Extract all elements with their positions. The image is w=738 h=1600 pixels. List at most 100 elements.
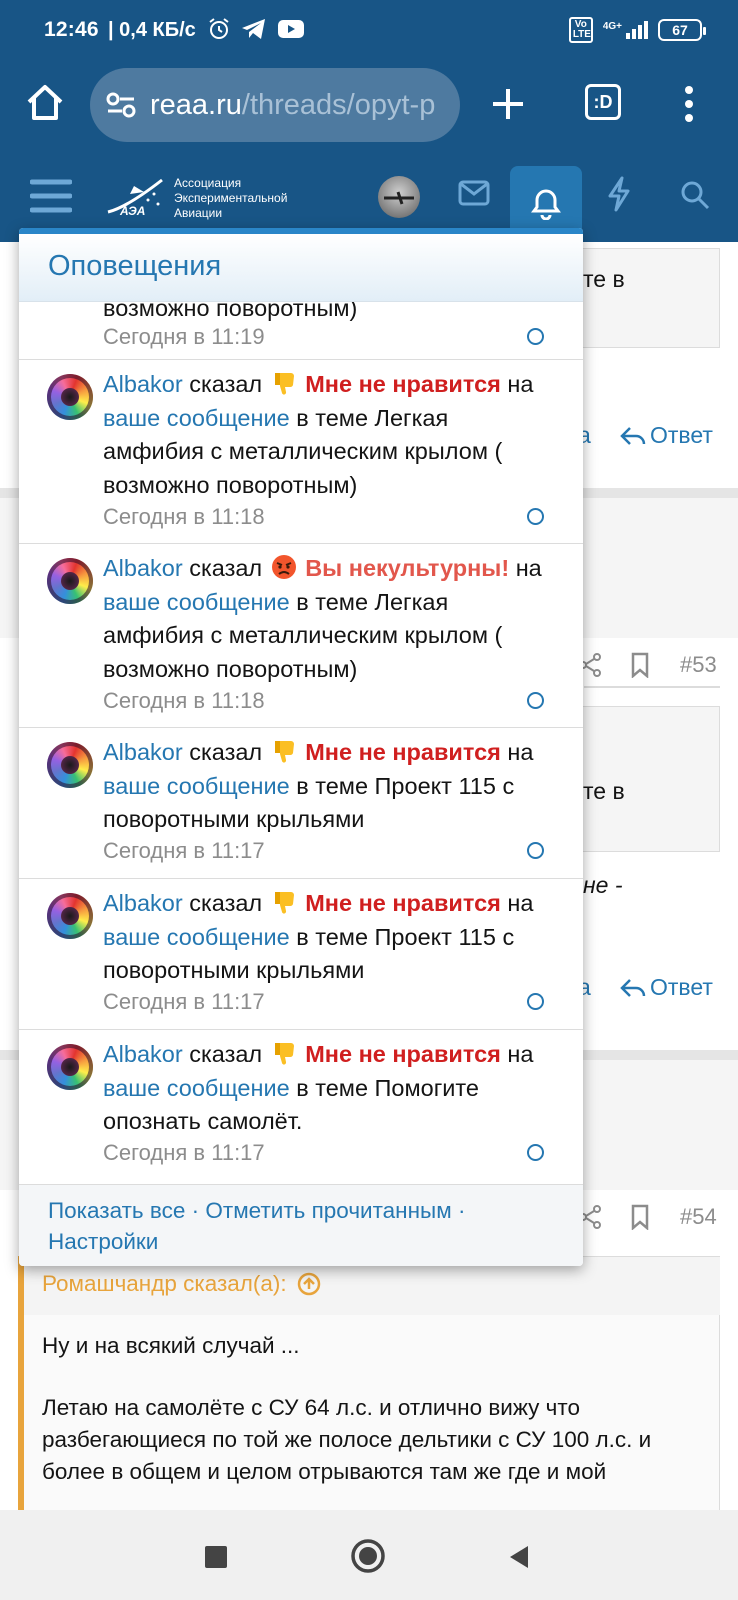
status-bar: 12:46 | 0,4 КБ/с Vo LTE 4G+ 67: [0, 0, 738, 62]
notification-time: Сегодня в 11:17: [103, 838, 265, 863]
volte-icon: Vo LTE: [568, 17, 593, 43]
battery-icon: 67: [658, 19, 706, 41]
show-all-link[interactable]: Показать все: [48, 1198, 185, 1223]
notification-on: на: [507, 739, 534, 765]
post-number[interactable]: #54: [680, 1204, 717, 1230]
unread-indicator[interactable]: [527, 842, 544, 859]
tabs-button[interactable]: :D: [585, 84, 621, 120]
footer-separator: ·: [457, 1198, 466, 1223]
notification-said: сказал: [189, 371, 263, 397]
reply-label: Ответ: [650, 422, 713, 448]
notification-time: Сегодня в 11:17: [103, 989, 265, 1014]
logo-text: Ассоциация Экспериментальной Авиации: [174, 176, 287, 221]
notification-user[interactable]: Albakor: [103, 1041, 183, 1067]
unread-indicator[interactable]: [527, 1144, 544, 1161]
notifications-header: Оповещения: [19, 228, 583, 302]
search-icon[interactable]: [680, 180, 710, 210]
arrow-up-circle-icon: [297, 1272, 320, 1296]
reply-label: Ответ: [650, 974, 713, 1000]
post-partial-text: те в: [583, 266, 625, 292]
notifications-title: Оповещения: [48, 250, 222, 282]
network-speed: | 0,4 КБ/с: [108, 19, 196, 41]
mark-read-link[interactable]: Отметить прочитанным: [205, 1198, 451, 1223]
notification-user[interactable]: Albakor: [103, 739, 183, 765]
notification-post-link[interactable]: ваше сообщение: [103, 924, 290, 950]
reply-button[interactable]: Ответ: [620, 422, 713, 449]
unread-indicator[interactable]: [527, 508, 544, 525]
quote-author[interactable]: Ромашчандр сказал(а):: [42, 1271, 321, 1297]
url-bar[interactable]: reaa.ru/threads/opyt-p: [90, 68, 460, 142]
notification-user[interactable]: Albakor: [103, 371, 183, 397]
thumbs-down-icon: [274, 741, 294, 763]
notification-post-link[interactable]: ваше сообщение: [103, 773, 290, 799]
user-avatar[interactable]: [378, 176, 420, 218]
inbox-icon[interactable]: [458, 180, 490, 206]
angry-face-icon: [271, 555, 296, 579]
browser-toolbar: reaa.ru/threads/opyt-p :D: [0, 62, 738, 158]
notification-text: Albakor сказал Мне не нравится на ваше с…: [103, 1038, 551, 1139]
url-path: /threads/opyt-p: [241, 88, 436, 121]
bookmark-icon[interactable]: [630, 652, 650, 678]
notification-said: сказал: [189, 1041, 263, 1067]
notification-reaction: Мне не нравится: [305, 890, 501, 916]
back-button[interactable]: [508, 1544, 530, 1570]
site-logo[interactable]: АЭА Ассоциация Экспериментальной Авиации: [104, 172, 294, 228]
notifications-dropdown: Оповещения возможно поворотным) Сегодня …: [19, 228, 583, 1266]
avatar[interactable]: [47, 374, 93, 420]
site-settings-icon[interactable]: [106, 91, 136, 119]
url-domain: reaa.ru: [150, 88, 242, 121]
notification-item[interactable]: Albakor сказал Вы некультурны! на ваше с…: [19, 544, 583, 728]
battery-level: 67: [672, 22, 688, 38]
notification-post-link[interactable]: ваше сообщение: [103, 589, 290, 615]
notification-item[interactable]: Albakor сказал Мне не нравится на ваше с…: [19, 360, 583, 544]
notifications-list: возможно поворотным) Сегодня в 11:19 Alb…: [19, 302, 583, 1184]
quote-text: Ну и на всякий случай ...: [42, 1333, 300, 1358]
logo-line2: Экспериментальной: [174, 191, 288, 205]
notification-item[interactable]: Albakor сказал Мне не нравится на ваше с…: [19, 879, 583, 1030]
post-number[interactable]: #53: [680, 652, 717, 678]
network-type: 4G+: [602, 21, 622, 32]
notification-user[interactable]: Albakor: [103, 555, 183, 581]
recents-button[interactable]: [205, 1546, 227, 1568]
post-partial-text: не -: [583, 872, 623, 898]
reply-icon: [620, 426, 646, 445]
new-tab-icon[interactable]: [490, 86, 526, 122]
avatar[interactable]: [47, 742, 93, 788]
unread-indicator[interactable]: [527, 328, 544, 345]
notification-said: сказал: [189, 739, 263, 765]
lightning-icon[interactable]: [606, 176, 632, 212]
notification-item[interactable]: Albakor сказал Мне не нравится на ваше с…: [19, 1030, 583, 1184]
avatar[interactable]: [47, 1044, 93, 1090]
url-text: reaa.ru/threads/opyt-p: [150, 89, 435, 122]
notification-time: Сегодня в 11:18: [103, 688, 265, 713]
post-partial-text: те в: [583, 778, 625, 804]
notification-on: на: [507, 890, 534, 916]
reply-button[interactable]: Ответ: [620, 974, 713, 1001]
notification-reaction: Мне не нравится: [305, 1041, 501, 1067]
thumbs-down-icon: [274, 892, 294, 914]
avatar[interactable]: [47, 893, 93, 939]
notification-post-link[interactable]: ваше сообщение: [103, 405, 290, 431]
home-icon[interactable]: [24, 82, 66, 124]
notification-item[interactable]: возможно поворотным) Сегодня в 11:19: [19, 302, 583, 360]
quote-author-name: Ромашчандр сказал(а):: [42, 1271, 287, 1296]
more-menu-icon[interactable]: [684, 84, 694, 124]
notifications-footer: Показать все · Отметить прочитанным · На…: [19, 1184, 583, 1266]
tabs-count: :D: [593, 91, 613, 112]
system-nav-bar: [0, 1510, 738, 1600]
avatar[interactable]: [47, 558, 93, 604]
notification-post-link[interactable]: ваше сообщение: [103, 1075, 290, 1101]
notification-item[interactable]: Albakor сказал Мне не нравится на ваше с…: [19, 728, 583, 879]
notification-time: Сегодня в 11:18: [103, 504, 265, 529]
youtube-icon: [278, 20, 304, 38]
bookmark-icon[interactable]: [630, 1204, 650, 1230]
notification-reaction: Мне не нравится: [305, 371, 501, 397]
settings-link[interactable]: Настройки: [48, 1229, 158, 1254]
unread-indicator[interactable]: [527, 993, 544, 1010]
notification-user[interactable]: Albakor: [103, 890, 183, 916]
notification-text: возможно поворотным): [103, 302, 358, 321]
hamburger-menu-icon[interactable]: [30, 178, 72, 214]
unread-indicator[interactable]: [527, 692, 544, 709]
home-button[interactable]: [350, 1538, 386, 1574]
thumbs-down-icon: [274, 1043, 294, 1065]
